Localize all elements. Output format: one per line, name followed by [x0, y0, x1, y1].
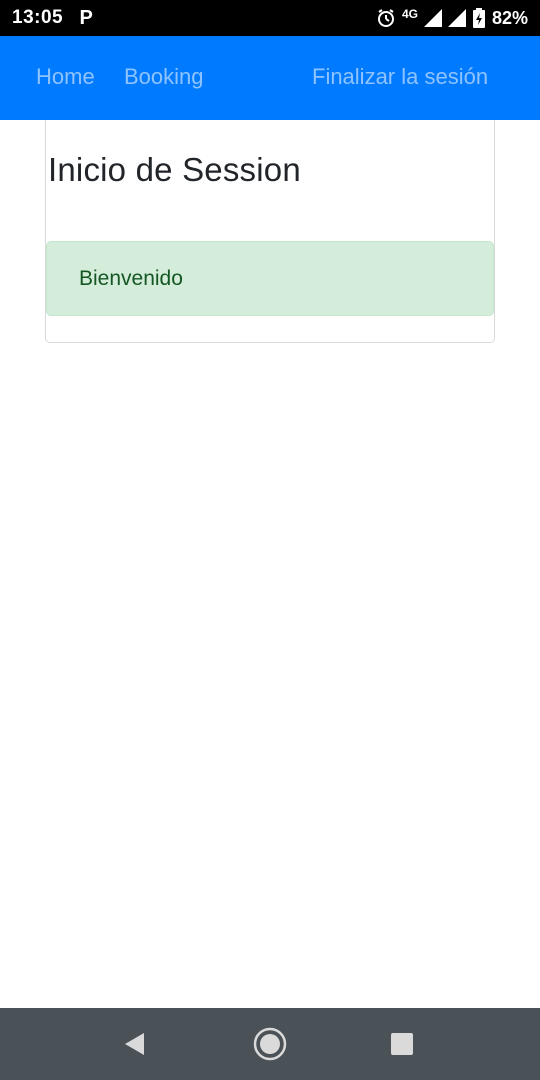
welcome-alert-text: Bienvenido: [79, 267, 183, 290]
login-card: Inicio de Session Bienvenido: [45, 120, 495, 343]
system-navigation-bar: [0, 1008, 540, 1080]
welcome-alert: Bienvenido: [46, 241, 494, 316]
home-icon[interactable]: [252, 1026, 288, 1062]
battery-icon: [472, 8, 485, 28]
signal-icon-2: [447, 9, 466, 27]
signal-icon: [423, 9, 442, 27]
top-navbar: Home Booking Finalizar la sesión: [0, 36, 540, 120]
battery-percent: 82%: [491, 7, 528, 28]
back-icon[interactable]: [122, 1031, 148, 1057]
status-bar: 13:05 P 4G 82%: [0, 0, 540, 36]
nav-booking-link[interactable]: Booking: [124, 64, 204, 90]
page-title: Inicio de Session: [48, 151, 301, 188]
nav-logout-link[interactable]: Finalizar la sesión: [312, 64, 488, 90]
nav-home-link[interactable]: Home: [36, 64, 95, 90]
parking-notification-icon: P: [79, 6, 93, 29]
status-time: 13:05: [12, 7, 64, 28]
recent-apps-icon[interactable]: [390, 1032, 414, 1056]
status-left: 13:05 P: [12, 7, 95, 29]
alarm-icon: [377, 9, 394, 27]
status-right: 4G 82%: [376, 7, 528, 29]
network-type-label: 4G: [401, 7, 418, 21]
